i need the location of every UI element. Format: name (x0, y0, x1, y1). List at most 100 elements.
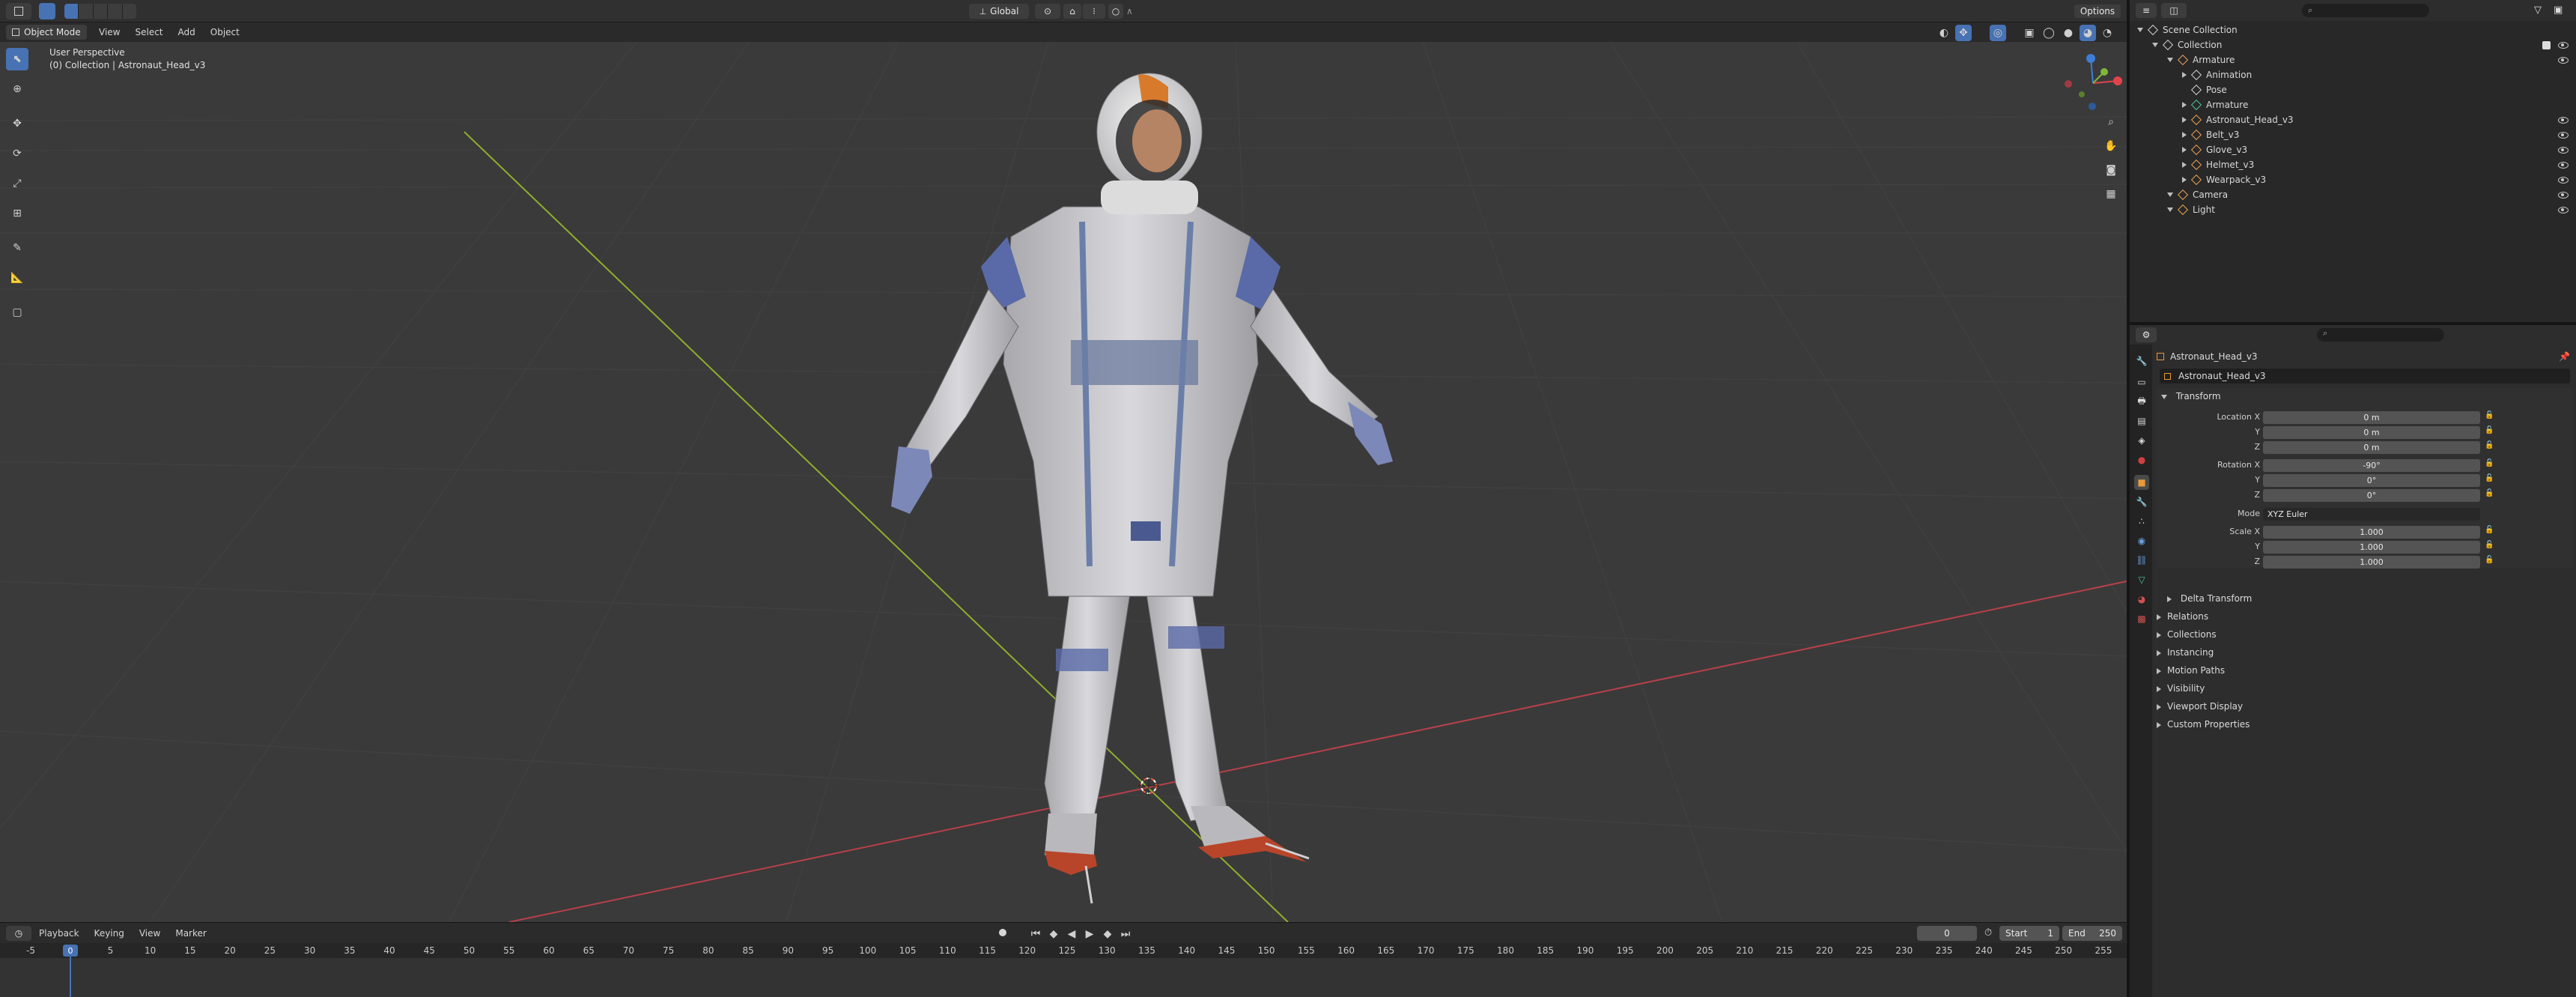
outliner-row[interactable]: Wearpack_v3 (2130, 172, 2576, 187)
overlays-toggle-icon[interactable]: ◎ (1990, 25, 2006, 41)
location-x-field[interactable]: 0 m (2263, 411, 2480, 424)
expand-arrow-icon[interactable] (2182, 177, 2187, 183)
location-y-field[interactable]: 0 m (2263, 426, 2480, 439)
eye-icon[interactable] (2558, 161, 2569, 169)
eye-icon[interactable] (2558, 41, 2569, 49)
properties-section-header[interactable]: Viewport Display (2157, 701, 2243, 712)
lock-location-y-icon[interactable]: 🔓 (2485, 426, 2494, 434)
menu-select[interactable]: Select (135, 27, 162, 37)
timeline-menu-keying[interactable]: Keying (94, 928, 124, 939)
outliner-search[interactable]: ⌕ (2302, 4, 2429, 17)
object-tab-icon[interactable]: ■ (2134, 475, 2149, 490)
expand-arrow-icon[interactable] (2182, 162, 2187, 168)
filter-icon[interactable]: ▽ (2534, 4, 2542, 16)
select-box-tool-icon[interactable]: ⬉ (6, 48, 28, 70)
view-layer-tab-icon[interactable]: ▤ (2134, 413, 2149, 428)
zoom-icon[interactable]: ⌕ (2103, 114, 2119, 130)
scale-z-field[interactable]: 1.000 (2263, 556, 2480, 569)
select-subtract-icon[interactable] (92, 4, 107, 19)
rotation-y-field[interactable]: 0° (2263, 474, 2480, 487)
scale-tool-icon[interactable]: ⤢ (6, 172, 28, 195)
properties-search[interactable]: ⌕ (2317, 328, 2444, 342)
physics-tab-icon[interactable]: ◉ (2134, 533, 2149, 548)
expand-arrow-icon[interactable] (2182, 117, 2187, 123)
timeline-menu-marker[interactable]: Marker (175, 928, 206, 939)
lock-rotation-y-icon[interactable]: 🔓 (2485, 474, 2494, 482)
cursor-tool-icon[interactable]: ⊕ (6, 78, 28, 100)
world-tab-icon[interactable]: ● (2134, 452, 2149, 467)
end-frame-field[interactable]: End 250 (2062, 926, 2122, 941)
annotate-tool-icon[interactable]: ✎ (6, 237, 28, 259)
expand-arrow-icon[interactable] (2167, 58, 2173, 62)
prev-keyframe-icon[interactable]: ◆ (1045, 926, 1062, 942)
xray-toggle-icon[interactable]: ▣ (2021, 25, 2038, 41)
outliner-row[interactable]: Pose (2130, 82, 2576, 97)
properties-editor-type[interactable]: ⚙ (2136, 327, 2157, 342)
outliner-row[interactable]: Light (2130, 202, 2576, 217)
select-invert-icon[interactable] (107, 4, 121, 19)
transform-orientation-dropdown[interactable]: ⊥ Global (969, 4, 1029, 19)
data-tab-icon[interactable]: ▽ (2134, 572, 2149, 587)
gizmo-toggle-icon[interactable]: ✥ (1955, 25, 1972, 41)
jump-end-icon[interactable]: ⏭ (1117, 926, 1134, 942)
rotation-x-field[interactable]: -90° (2263, 459, 2480, 472)
stopwatch-icon[interactable]: ⏱ (1984, 927, 1992, 939)
outliner-row[interactable]: Collection (2130, 37, 2576, 52)
expand-arrow-icon[interactable] (2152, 43, 2158, 47)
proportional-falloff-icon[interactable]: ∧ (1126, 6, 1133, 16)
render-tab-icon[interactable]: ▭ (2134, 375, 2149, 390)
properties-section-header[interactable]: Relations (2157, 611, 2208, 622)
shading-wireframe-icon[interactable]: ◯ (2041, 25, 2057, 41)
options-dropdown[interactable]: Options (2074, 4, 2121, 18)
eye-icon[interactable] (2558, 56, 2569, 64)
menu-view[interactable]: View (99, 27, 120, 37)
lock-scale-x-icon[interactable]: 🔓 (2485, 526, 2494, 534)
visibility-icon[interactable]: ◐ (1936, 25, 1952, 41)
modifier-tab-icon[interactable]: 🔧 (2134, 494, 2149, 509)
camera-view-icon[interactable]: ◙ (2103, 162, 2119, 178)
ortho-toggle-icon[interactable]: ▦ (2103, 186, 2119, 202)
lock-rotation-z-icon[interactable]: 🔓 (2485, 489, 2494, 497)
play-reverse-icon[interactable]: ◀ (1063, 926, 1080, 942)
menu-add[interactable]: Add (178, 27, 195, 37)
outliner-row[interactable]: Scene Collection (2130, 22, 2576, 37)
rotation-mode-dropdown[interactable]: XYZ Euler (2263, 508, 2480, 521)
outliner-row[interactable]: Camera (2130, 187, 2576, 202)
expand-arrow-icon[interactable] (2167, 193, 2173, 197)
pan-hand-icon[interactable]: ✋ (2103, 138, 2119, 154)
pivot-dropdown[interactable]: ⊙ (1035, 4, 1060, 19)
output-tab-icon[interactable]: 🖶 (2134, 394, 2149, 409)
outliner-row[interactable]: Helmet_v3 (2130, 157, 2576, 172)
properties-section-header[interactable]: Motion Paths (2157, 665, 2225, 676)
select-extend-icon[interactable] (78, 4, 92, 19)
move-tool-icon[interactable]: ✥ (6, 112, 28, 135)
outliner-row[interactable]: Animation (2130, 67, 2576, 82)
texture-tab-icon[interactable]: ▩ (2134, 611, 2149, 626)
select-mode-group[interactable] (64, 4, 136, 19)
lock-rotation-x-icon[interactable]: 🔓 (2485, 459, 2494, 467)
current-frame-field[interactable]: 0 (1917, 926, 1977, 941)
outliner-row[interactable]: Armature (2130, 97, 2576, 112)
checkbox-icon[interactable] (2542, 40, 2551, 49)
expand-arrow-icon[interactable] (2182, 147, 2187, 153)
material-tab-icon[interactable]: ◕ (2134, 592, 2149, 607)
lock-scale-z-icon[interactable]: 🔓 (2485, 556, 2494, 564)
timeline-menu-playback[interactable]: Playback (39, 928, 79, 939)
eye-icon[interactable] (2558, 131, 2569, 139)
particles-tab-icon[interactable]: ∴ (2134, 514, 2149, 529)
properties-section-header[interactable]: Custom Properties (2157, 719, 2250, 730)
pin-icon[interactable]: 📌 (2559, 351, 2570, 362)
proportional-edit-toggle[interactable]: ○ (1108, 4, 1123, 19)
scale-y-field[interactable]: 1.000 (2263, 541, 2480, 554)
snap-toggle[interactable]: ⌂ (1063, 4, 1081, 19)
timeline-menu-view[interactable]: View (139, 928, 160, 939)
shading-rendered-icon[interactable]: ◔ (2099, 25, 2115, 41)
record-icon[interactable] (999, 929, 1006, 936)
location-z-field[interactable]: 0 m (2263, 441, 2480, 454)
outliner-row[interactable]: Belt_v3 (2130, 127, 2576, 142)
expand-arrow-icon[interactable] (2182, 72, 2187, 78)
expand-arrow-icon[interactable] (2137, 28, 2143, 32)
start-frame-field[interactable]: Start 1 (1999, 926, 2059, 941)
viewport-3d[interactable]: User Perspective (0) Collection | Astron… (0, 42, 2127, 922)
object-name-field[interactable]: Astronaut_Head_v3 (2160, 369, 2570, 384)
